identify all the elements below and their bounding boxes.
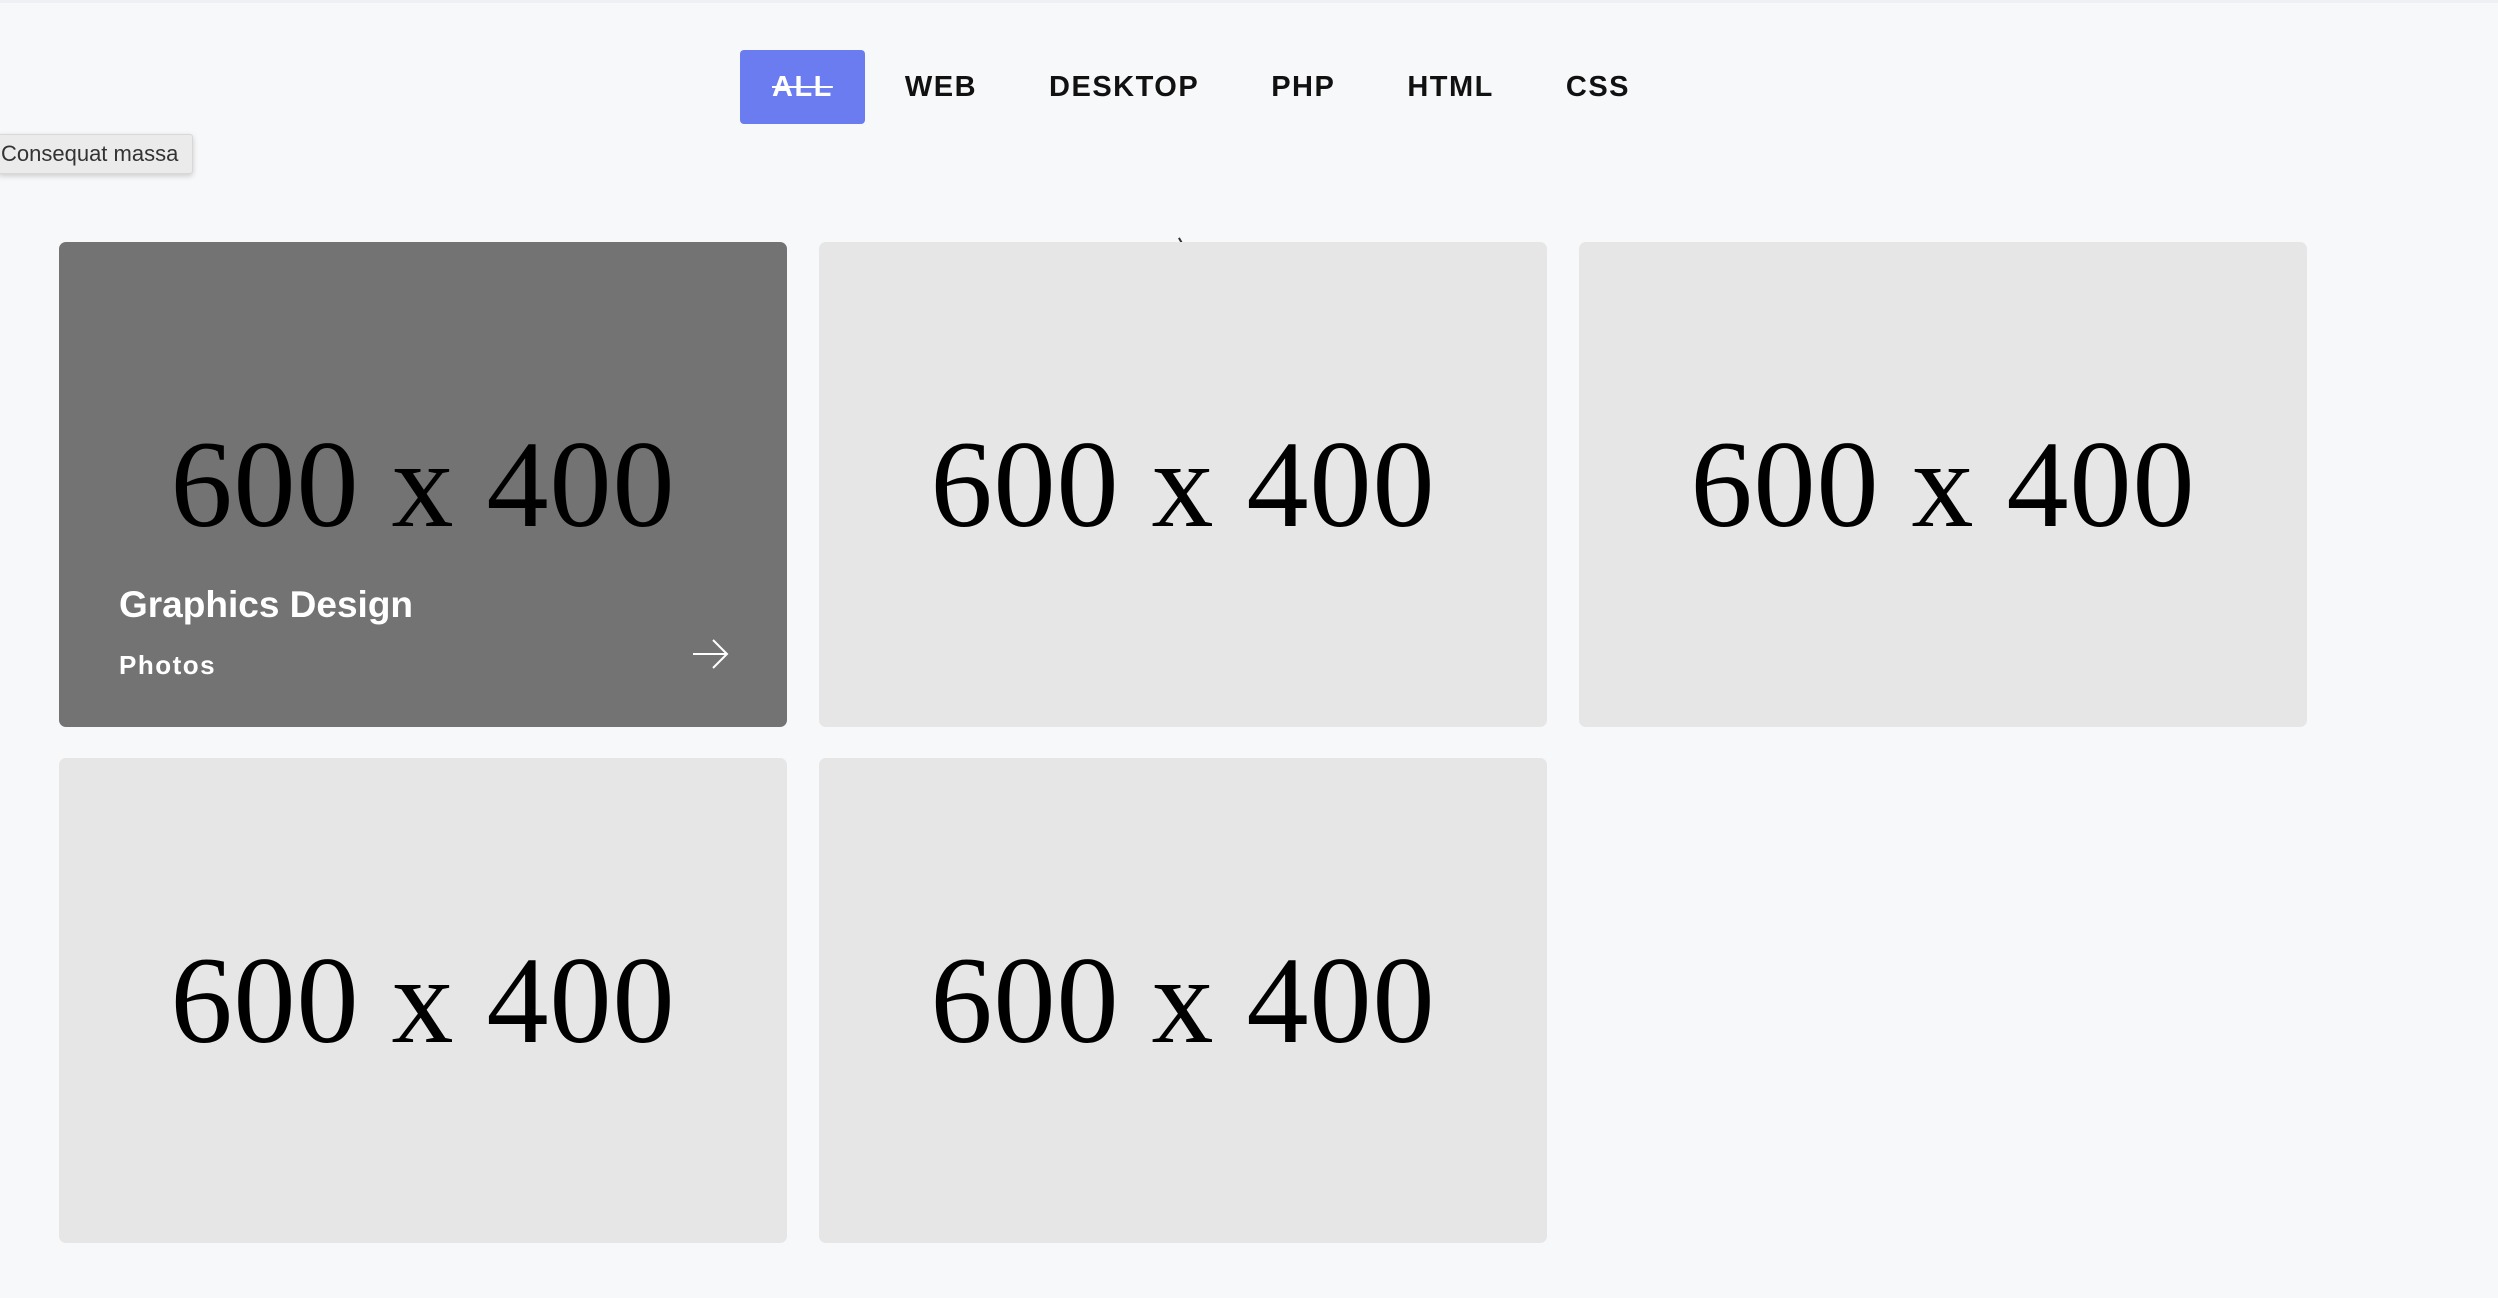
- top-divider: [0, 0, 2498, 3]
- filter-desktop[interactable]: DESKTOP: [1013, 50, 1235, 124]
- filter-css[interactable]: CSS: [1530, 50, 1666, 124]
- tooltip: Consequat massa: [0, 134, 194, 174]
- portfolio-page: ALL WEB DESKTOP PHP HTML CSS Consequat m…: [0, 0, 2498, 1298]
- image-placeholder: 600 x 400: [930, 415, 1436, 553]
- image-placeholder: 600 x 400: [930, 931, 1436, 1069]
- portfolio-item-graphics-design[interactable]: 600 x 400 Graphics Design Photos: [59, 242, 787, 727]
- filter-all[interactable]: ALL: [740, 50, 865, 124]
- image-placeholder: 600 x 400: [170, 931, 676, 1069]
- portfolio-item[interactable]: 600 x 400: [819, 758, 1547, 1243]
- arrow-right-icon[interactable]: [689, 632, 733, 676]
- portfolio-item-category: Photos: [119, 650, 217, 680]
- portfolio-item-title[interactable]: Graphics Design: [119, 584, 413, 626]
- filter-web[interactable]: WEB: [869, 50, 1013, 124]
- image-placeholder: 600 x 400: [1690, 415, 2196, 553]
- filter-php[interactable]: PHP: [1235, 50, 1371, 124]
- portfolio-filter-bar: ALL WEB DESKTOP PHP HTML CSS: [740, 50, 1666, 124]
- portfolio-item[interactable]: 600 x 400: [819, 242, 1547, 727]
- portfolio-item[interactable]: 600 x 400: [59, 758, 787, 1243]
- portfolio-item[interactable]: 600 x 400: [1579, 242, 2307, 727]
- filter-html[interactable]: HTML: [1371, 50, 1530, 124]
